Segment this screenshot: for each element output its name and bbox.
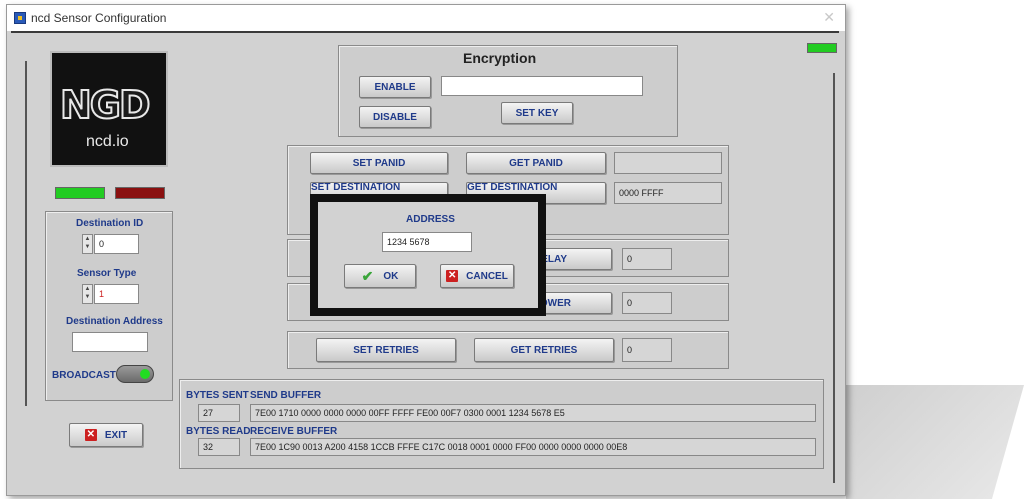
cancel-x-icon: ✕ <box>446 270 459 282</box>
destination-id-label: Destination ID <box>76 218 144 229</box>
send-buffer-label: SEND BUFFER <box>250 390 322 401</box>
close-x-icon: ✕ <box>84 429 97 441</box>
encryption-disable-button[interactable]: DISABLE <box>359 106 431 128</box>
set-retries-button[interactable]: SET RETRIES <box>316 338 456 362</box>
get-panid-button[interactable]: GET PANID <box>466 152 606 174</box>
title-bar: ncd Sensor Configuration ✕ <box>7 5 845 31</box>
status-led-green <box>55 187 105 199</box>
exit-button-label: EXIT <box>104 429 128 441</box>
broadcast-label: BROADCAST <box>52 370 116 381</box>
address-dialog-title: ADDRESS <box>406 214 455 225</box>
right-frame-line <box>833 73 835 483</box>
delay-field[interactable]: 0 <box>622 248 672 270</box>
get-retries-button[interactable]: GET RETRIES <box>474 338 614 362</box>
bytes-sent-label: BYTES SENT <box>186 390 249 401</box>
retries-group: SET RETRIES GET RETRIES 0 <box>287 331 729 369</box>
dialog-cancel-label: CANCEL <box>466 270 508 282</box>
encryption-enable-button[interactable]: ENABLE <box>359 76 431 98</box>
power-field[interactable]: 0 <box>622 292 672 314</box>
dialog-ok-label: OK <box>383 270 399 282</box>
exit-button[interactable]: ✕ EXIT <box>69 423 143 447</box>
ncd-logo: NGD ncd.io <box>50 51 168 167</box>
panid-field[interactable] <box>614 152 722 174</box>
address-dialog-body: ADDRESS 1234 5678 ✔ OK ✕ CANCEL <box>318 202 538 308</box>
set-key-button[interactable]: SET KEY <box>501 102 573 124</box>
logo-sub-text: ncd.io <box>86 133 129 150</box>
receive-buffer-field[interactable]: 7E00 1C90 0013 A200 4158 1CCB FFFE C17C … <box>250 438 816 456</box>
broadcast-toggle-indicator <box>140 369 150 379</box>
address-dialog: ADDRESS 1234 5678 ✔ OK ✕ CANCEL <box>310 194 546 316</box>
window-shadow <box>846 385 1024 499</box>
status-led-red <box>115 187 165 199</box>
dialog-ok-button[interactable]: ✔ OK <box>344 264 416 288</box>
logo-main-text: NGD <box>59 82 152 128</box>
destination-address-value-field[interactable]: 0000 FFFF <box>614 182 722 204</box>
bytes-sent-field: 27 <box>198 404 240 422</box>
close-icon[interactable]: ✕ <box>823 9 835 26</box>
address-dialog-input[interactable]: 1234 5678 <box>382 232 472 252</box>
destination-id-stepper[interactable]: ▲ ▼ <box>82 234 93 254</box>
receive-buffer-label: RECEIVE BUFFER <box>250 426 338 437</box>
retries-field[interactable]: 0 <box>622 338 672 362</box>
set-panid-button[interactable]: SET PANID <box>310 152 448 174</box>
send-buffer-field[interactable]: 7E00 1710 0000 0000 0000 00FF FFFF FE00 … <box>250 404 816 422</box>
bytes-read-field: 32 <box>198 438 240 456</box>
buffers-group: BYTES SENT 27 SEND BUFFER 7E00 1710 0000… <box>179 379 824 469</box>
encryption-key-field[interactable] <box>441 76 643 96</box>
checkmark-icon: ✔ <box>361 267 374 284</box>
top-status-led <box>807 43 837 53</box>
sensor-type-label: Sensor Type <box>77 268 137 279</box>
app-icon <box>14 12 26 24</box>
sensor-type-stepper[interactable]: ▲ ▼ <box>82 284 93 304</box>
destination-address-field[interactable] <box>72 332 148 352</box>
broadcast-toggle[interactable] <box>116 365 154 383</box>
bytes-read-label: BYTES READ <box>186 426 251 437</box>
sensor-type-field[interactable]: 1 <box>94 284 139 304</box>
left-frame-line <box>25 61 27 406</box>
sensor-config-group: Destination ID ▲ ▼ 0 Sensor Type ▲ ▼ 1 Des… <box>45 211 173 401</box>
app-window: ncd Sensor Configuration ✕ NGD ncd.io De… <box>6 4 846 496</box>
destination-address-label: Destination Address <box>66 316 163 327</box>
window-title: ncd Sensor Configuration <box>31 11 167 25</box>
destination-id-field[interactable]: 0 <box>94 234 139 254</box>
dialog-cancel-button[interactable]: ✕ CANCEL <box>440 264 514 288</box>
encryption-heading: Encryption <box>463 50 537 66</box>
encryption-group: Encryption ENABLE DISABLE SET KEY <box>338 45 678 137</box>
